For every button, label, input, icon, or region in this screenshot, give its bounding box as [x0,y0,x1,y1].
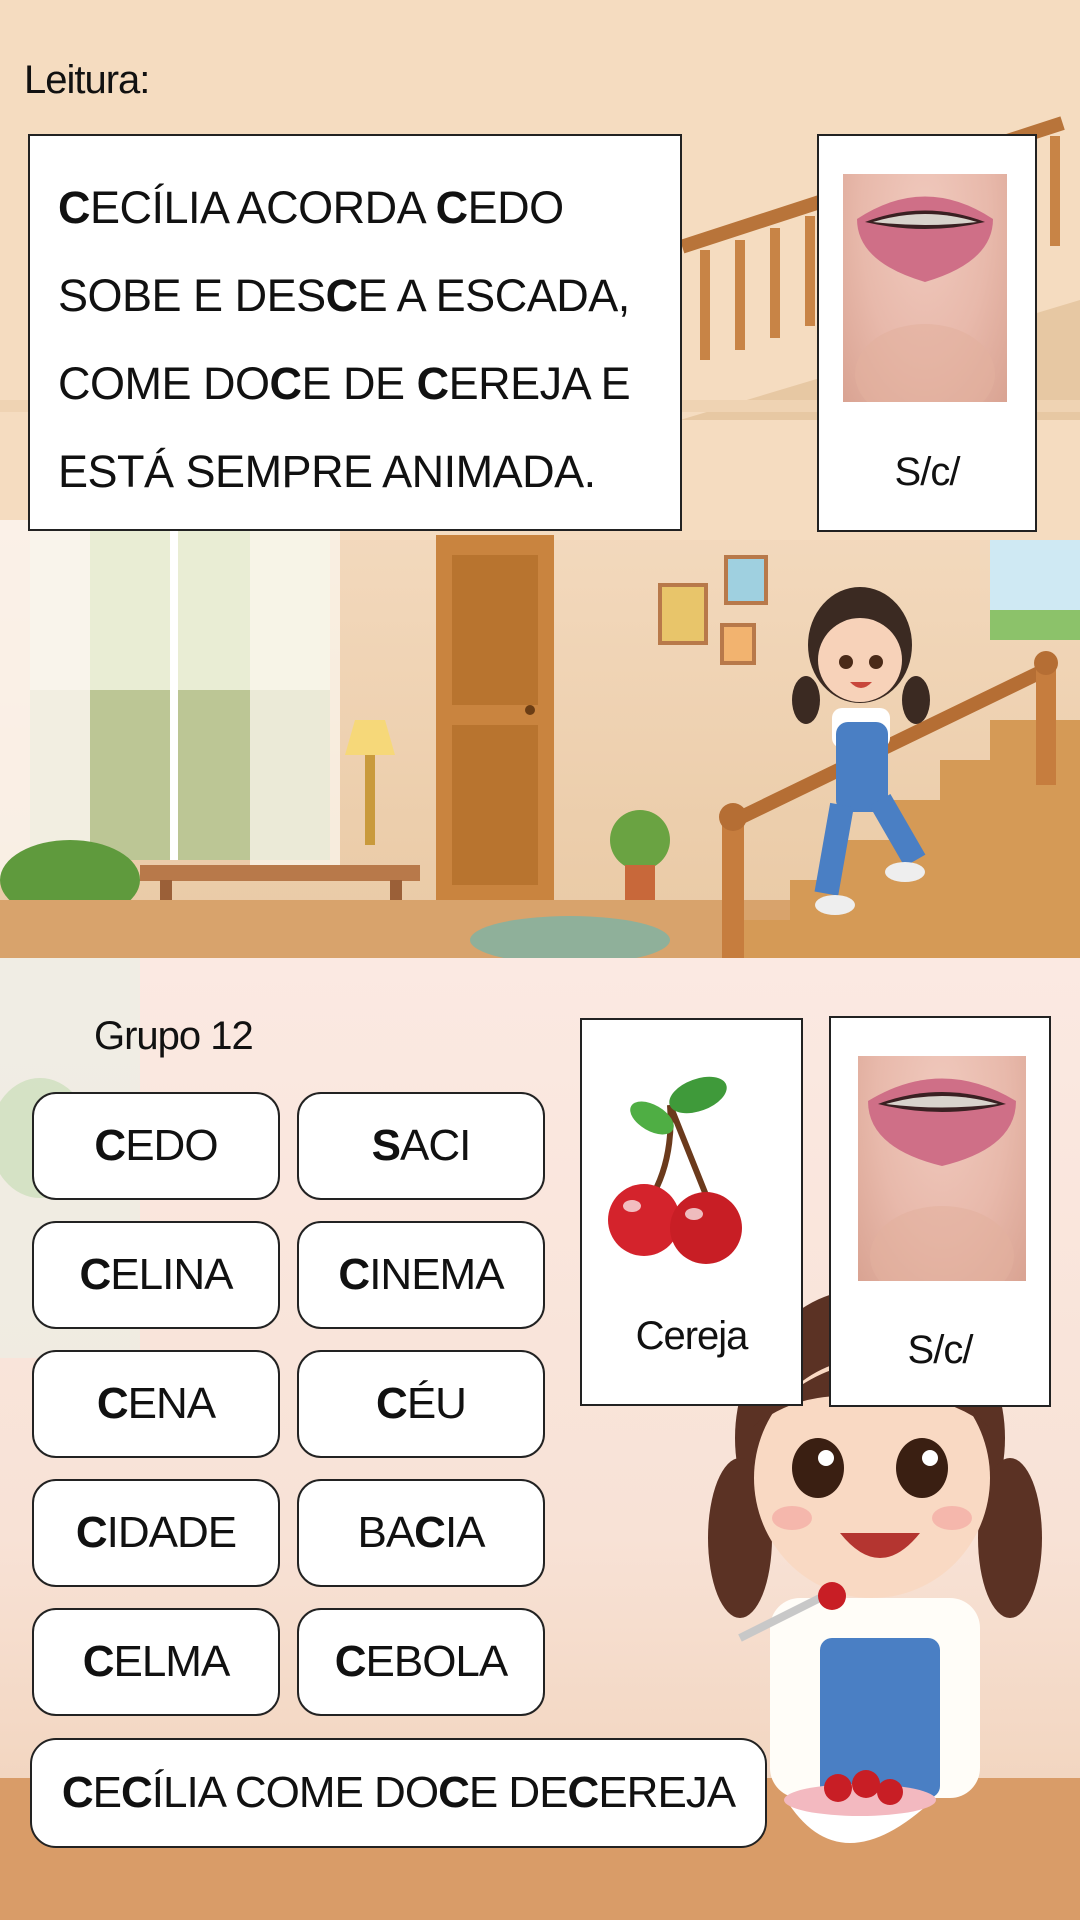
phoneme-card[interactable]: S/c/ [829,1016,1051,1407]
text-segment: ESTÁ SEMPRE ANIMADA. [58,446,596,497]
text-segment: ENA [127,1379,216,1428]
reading-scene: Leitura: CECÍLIA ACORDA CEDO SOBE E DESC… [0,0,1080,958]
text-segment: IA [444,1508,486,1557]
highlighted-letter: C [376,1379,408,1428]
text-segment: ELINA [110,1250,233,1299]
highlighted-letter: C [75,1508,108,1557]
picture-card[interactable]: Cereja [580,1018,803,1406]
word-button[interactable]: BA C IA [297,1479,545,1587]
highlighted-letter: S [371,1121,401,1170]
reading-line: COME DOCE DE CEREJA E [58,340,680,428]
highlighted-letter: C [414,1508,446,1557]
text-segment: COME DO [58,358,270,409]
reading-line: CECÍLIA ACORDA CEDO [58,164,680,252]
reading-heading: Leitura: [24,58,150,102]
text-segment: IDADE [106,1508,237,1557]
highlighted-letter: C [94,1121,126,1170]
word-button[interactable]: C EBOLA [297,1608,545,1716]
highlighted-letter: C [416,358,450,409]
highlighted-letter: C [435,182,469,233]
text-segment: ÍLIA COME DO [151,1768,439,1817]
word-button[interactable]: C ENA [32,1350,280,1458]
text-segment: E [92,1768,122,1817]
highlighted-letter: C [96,1379,129,1428]
word-button[interactable]: C IDADE [32,1479,280,1587]
highlighted-letter: C [438,1768,470,1817]
phoneme-card[interactable]: S/c/ [817,134,1037,532]
text-segment: EBOLA [365,1637,509,1686]
mouth-image [843,174,1007,402]
sentence-button[interactable]: C E C ÍLIA COME DO C E DE C EREJA [30,1738,767,1848]
word-button[interactable]: C EDO [32,1092,280,1200]
practice-scene: Grupo 12 C EDO S ACI C ELINA C INEMA C ENA C ÉU C IDA… [0,958,1080,1920]
text-segment: EDO [125,1121,218,1170]
word-button[interactable]: C INEMA [297,1221,545,1329]
phoneme-label: S/c/ [907,1328,974,1372]
word-button[interactable]: C ELMA [32,1608,280,1716]
highlighted-letter: C [269,358,303,409]
text-segment: ÉU [406,1379,467,1428]
text-segment: SOBE E DES [58,270,326,321]
picture-label: Cereja [635,1314,749,1358]
highlighted-letter: C [61,1768,94,1817]
word-button[interactable]: C ÉU [297,1350,545,1458]
text-segment: EDO [467,182,565,233]
text-segment: EREJA E [448,358,631,409]
mouth-image [858,1056,1026,1281]
text-segment: ELMA [113,1637,230,1686]
text-segment: E DE [301,358,417,409]
highlighted-letter: C [79,1250,112,1299]
highlighted-letter: C [334,1637,367,1686]
text-segment: EREJA [598,1768,736,1817]
text-segment: E A ESCADA, [357,270,631,321]
cherry-icon [608,1076,742,1264]
word-button[interactable]: S ACI [297,1092,545,1200]
highlighted-letter: C [567,1768,600,1817]
phoneme-label: S/c/ [894,450,961,494]
highlighted-letter: C [338,1250,370,1299]
reading-line: SOBE E DESCE A ESCADA, [58,252,680,340]
reading-line: ESTÁ SEMPRE ANIMADA. [58,428,680,516]
highlighted-letter: C [120,1768,153,1817]
highlighted-letter: C [58,182,91,233]
word-button[interactable]: C ELINA [32,1221,280,1329]
text-segment: ECÍLIA ACORDA [90,182,436,233]
highlighted-letter: C [325,270,359,321]
group-title: Grupo 12 [94,1014,254,1058]
text-segment: E DE [468,1768,569,1817]
reading-text-box: CECÍLIA ACORDA CEDO SOBE E DESCE A ESCAD… [28,134,682,531]
text-segment: INEMA [369,1250,504,1299]
text-segment: BA [357,1508,415,1557]
highlighted-letter: C [82,1637,115,1686]
text-segment: ACI [400,1121,471,1170]
